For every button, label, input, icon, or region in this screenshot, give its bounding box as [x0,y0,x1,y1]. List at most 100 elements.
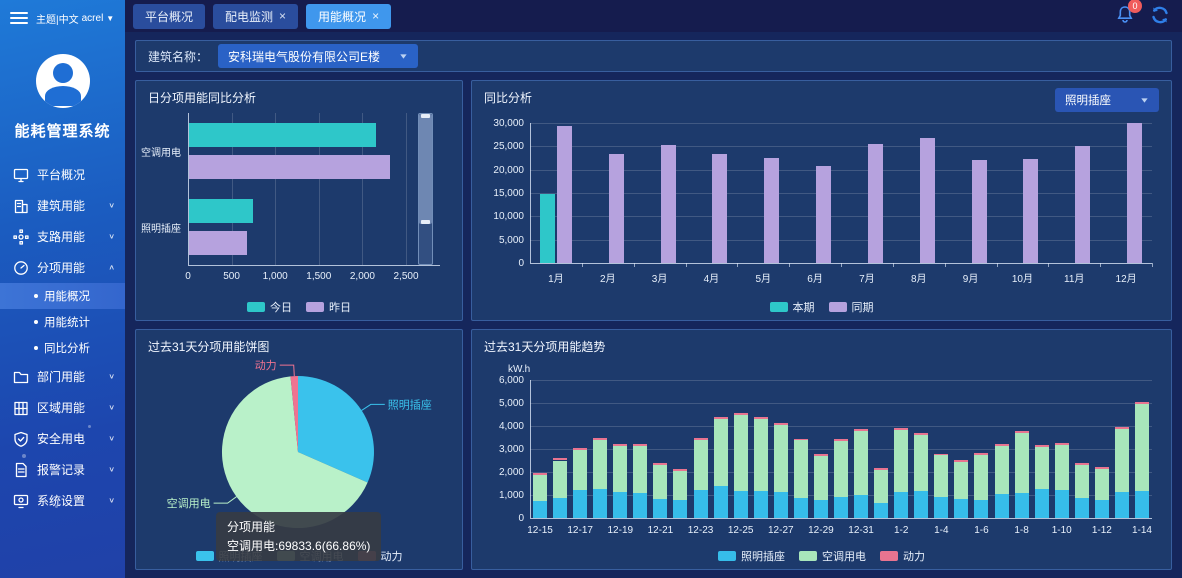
category-dropdown[interactable]: 照明插座 ▼ [1055,88,1159,112]
sidebar-item-label: 支路用能 [37,228,100,245]
stack-bar-12-23-动力 [694,438,708,440]
tooltip-value: 空调用电:69833.6(66.86%) [227,537,370,556]
stack-bar-1-12-空调用电 [1095,469,1109,500]
close-icon[interactable]: × [372,9,379,23]
vbar-9月-同期 [972,160,987,263]
sidebar-subitem-同比分析[interactable]: 同比分析 [0,335,125,361]
sidebar-item-1[interactable]: 建筑用能∨ [0,190,125,221]
vbar-1月-本期 [540,194,555,263]
sidebar-item-2[interactable]: 支路用能 ∨ [0,221,125,252]
stack-bar-12-23-照明插座 [694,490,708,518]
sidebar-subitem-用能概况[interactable]: 用能概况 [0,283,125,309]
stack-bar-12-21-动力 [653,463,667,464]
stack-bar-12-16-空调用电 [553,461,567,498]
stack-bar-12-17-照明插座 [573,490,587,518]
close-icon[interactable]: × [279,9,286,23]
bullet-icon [34,294,38,298]
pie-label-空调用电: 空调用电 [167,496,211,510]
stack-bar-12-15-空调用电 [533,475,547,501]
chevron-down-icon: ∨ [108,434,115,443]
stack-bar-12-24-动力 [714,417,728,419]
stack-bar-1-13-动力 [1115,427,1129,429]
language-theme-switch[interactable]: 主题|中文 acrel ▼ [36,11,114,26]
legend-item-本期[interactable]: 本期 [770,299,815,315]
panel-pie-31days: 过去31天分项用能饼图 照明插座空调用电动力分项用能空调用电:69833.6(6… [135,329,463,570]
chevron-down-icon: ∨ [108,372,115,381]
stack-bar-12-30-照明插座 [834,497,848,518]
datazoom-slider[interactable] [418,113,433,265]
chart-legend: 本期同期 [472,299,1171,315]
sidebar-item-7[interactable]: 报警记录∨ [0,454,125,485]
stack-bar-12-21-空调用电 [653,465,667,499]
panel-title: 过去31天分项用能趋势 [484,338,605,355]
stack-bar-1-5-照明插座 [954,499,968,518]
hbar-空调用电-今日 [189,123,376,147]
stack-bar-12-22-空调用电 [673,471,687,500]
sidebar-subitem-label: 同比分析 [44,340,90,356]
stack-bar-12-15-动力 [533,473,547,475]
tab-平台概况[interactable]: 平台概况 [133,4,205,29]
sidebar-item-label: 区域用能 [37,399,100,416]
refresh-icon[interactable] [1150,6,1170,27]
slider-handle-bottom[interactable] [421,220,430,224]
sidebar-subitem-用能统计[interactable]: 用能统计 [0,309,125,335]
stack-bar-12-27-照明插座 [774,492,788,518]
sidebar-item-8[interactable]: 系统设置∨ [0,485,125,516]
stack-bar-12-29-空调用电 [814,456,828,499]
stack-bar-1-1-动力 [874,468,888,470]
stack-bar-1-6-空调用电 [974,455,988,500]
tab-配电监测[interactable]: 配电监测× [213,4,298,29]
stack-bar-1-14-照明插座 [1135,491,1149,518]
theme-language-label: 主题|中文 [36,11,79,26]
vbar-10月-同期 [1023,159,1038,263]
sidebar-item-label: 分项用能 [37,259,100,276]
stack-bar-1-9-动力 [1035,445,1049,447]
chevron-down-icon: ∨ [108,403,115,412]
building-filter-bar: 建筑名称： 安科瑞电气股份有限公司E楼 ▼ [135,40,1172,72]
gauge-icon [12,259,29,276]
sidebar-item-5[interactable]: 区域用能 ∨ [0,392,125,423]
vbar-8月-同期 [920,138,935,263]
sidebar-item-0[interactable]: 平台概况 [0,159,125,190]
trend-chart-31days: kW.h01,0002,0003,0004,0005,0006,00012-15… [472,360,1171,570]
sidebar-item-label: 系统设置 [37,492,100,509]
stack-bar-12-23-空调用电 [694,440,708,490]
legend-item-空调用电[interactable]: 空调用电 [799,548,866,564]
stack-bar-12-28-动力 [794,439,808,441]
legend-item-昨日[interactable]: 昨日 [306,299,351,315]
stack-bar-12-28-空调用电 [794,440,808,498]
notifications-bell-icon[interactable]: 0 [1116,5,1134,27]
sidebar-item-6[interactable]: 安全用电∨ [0,423,125,454]
stack-bar-12-15-照明插座 [533,501,547,518]
tab-用能概况[interactable]: 用能概况× [306,4,391,29]
avatar [36,54,90,108]
legend-item-动力[interactable]: 动力 [880,548,925,564]
slider-handle-top[interactable] [421,114,430,118]
stack-bar-1-12-照明插座 [1095,500,1109,518]
notification-badge: 0 [1128,0,1142,13]
chevron-down-icon: ▼ [106,14,114,23]
chart-legend: 照明插座空调用电动力 [472,548,1171,564]
stack-bar-12-29-照明插座 [814,500,828,518]
hbar-照明插座-昨日 [189,231,247,255]
building-icon [12,197,29,214]
stack-bar-12-19-照明插座 [613,492,627,518]
stack-bar-12-22-照明插座 [673,500,687,518]
legend-item-今日[interactable]: 今日 [247,299,292,315]
sidebar-item-4[interactable]: 部门用能∨ [0,361,125,392]
stack-bar-12-27-空调用电 [774,425,788,493]
stack-bar-12-25-动力 [734,413,748,415]
chevron-down-icon: ∨ [108,232,115,241]
stack-bar-12-17-动力 [573,448,587,450]
legend-item-同期[interactable]: 同期 [829,299,874,315]
legend-item-照明插座[interactable]: 照明插座 [718,548,785,564]
vbar-5月-同期 [764,158,779,263]
vbar-12月-同期 [1127,123,1142,263]
building-select[interactable]: 安科瑞电气股份有限公司E楼 ▼ [218,44,418,68]
stack-bar-12-27-动力 [774,423,788,425]
tab-bar: 平台概况配电监测× 用能概况× [133,4,1108,29]
settings-icon [12,492,29,509]
stack-bar-1-10-空调用电 [1055,445,1069,490]
sidebar-item-3[interactable]: 分项用能∧ [0,252,125,283]
menu-toggle-icon[interactable] [10,9,28,27]
